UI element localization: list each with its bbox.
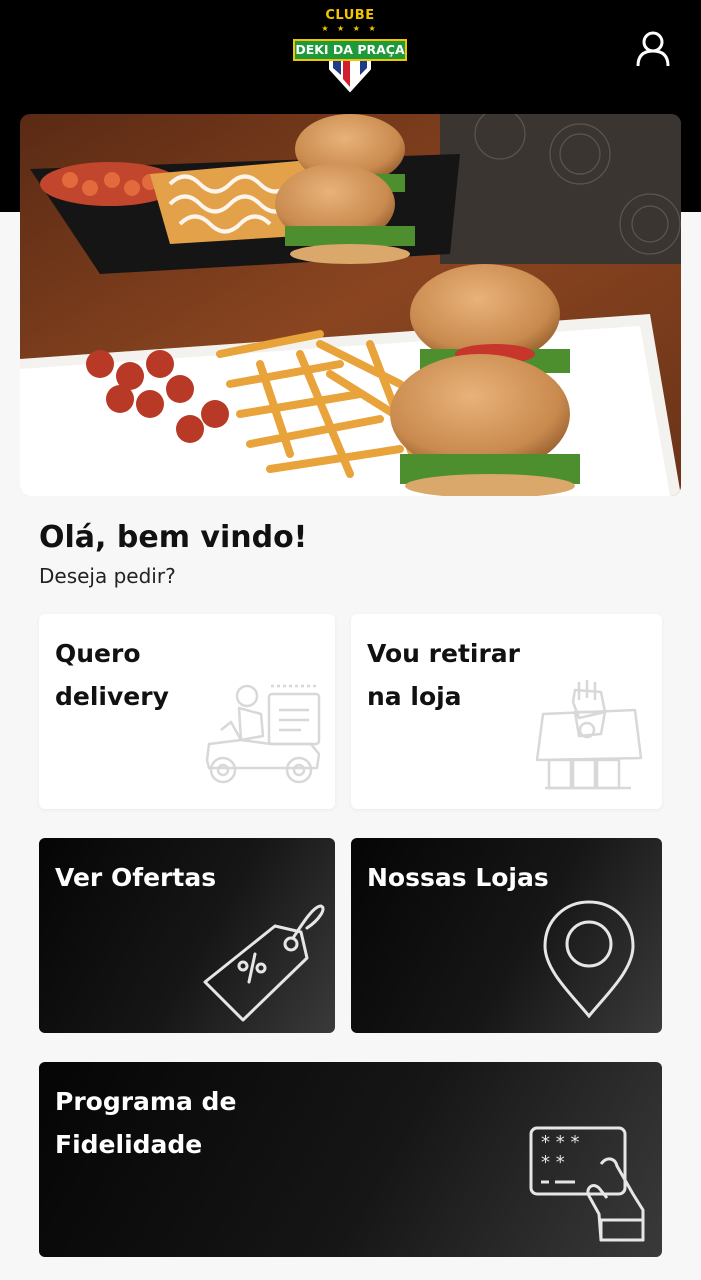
loyalty-card-icon: * * * * *: [529, 1126, 645, 1242]
loyalty-program-card[interactable]: Programa de Fidelidade * * * * *: [39, 1062, 662, 1257]
welcome-title: Olá, bem vindo!: [39, 520, 308, 555]
delivery-scooter-icon: [205, 684, 321, 784]
user-icon[interactable]: [634, 30, 672, 68]
delivery-option-card[interactable]: Quero delivery: [39, 614, 335, 809]
store-pickup-icon: [535, 680, 643, 790]
welcome-subtitle: Deseja pedir?: [39, 564, 176, 588]
stores-option-card[interactable]: Nossas Lojas: [351, 838, 662, 1033]
loyalty-program-label: Programa de Fidelidade: [55, 1087, 237, 1159]
map-pin-icon: [543, 900, 635, 1019]
discount-tag-icon: [203, 904, 325, 1022]
brand-logo[interactable]: CLUBE ★ ★ ★ ★ DEKI DA PRAÇA: [290, 8, 410, 93]
logo-stars: ★ ★ ★ ★: [321, 24, 379, 33]
logo-top-text: CLUBE: [325, 8, 375, 23]
logo-shield-icon: [329, 58, 371, 93]
logo-band: DEKI DA PRAÇA: [293, 39, 407, 61]
offers-option-card[interactable]: Ver Ofertas: [39, 838, 335, 1033]
svg-text:* *: * *: [541, 1152, 565, 1173]
svg-text:* * *: * * *: [541, 1132, 579, 1153]
hero-food-image: [20, 114, 681, 496]
stores-option-label: Nossas Lojas: [367, 863, 549, 892]
offers-option-label: Ver Ofertas: [55, 863, 217, 892]
store-pickup-option-card[interactable]: Vou retirar na loja: [351, 614, 662, 809]
